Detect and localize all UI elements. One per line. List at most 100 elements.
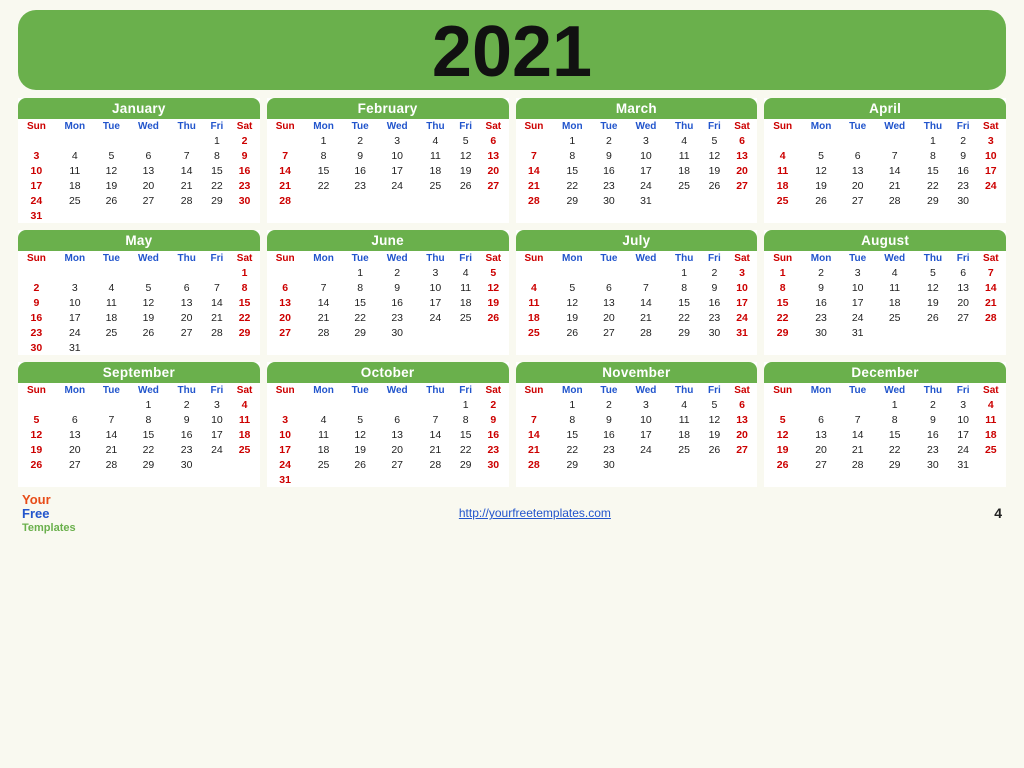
day-cell (377, 472, 418, 487)
day-cell (377, 340, 418, 343)
day-cell: 20 (841, 178, 874, 193)
day-cell: 18 (516, 310, 553, 325)
week-row: 28 (267, 193, 509, 208)
day-cell: 12 (344, 427, 377, 442)
day-cell (304, 397, 344, 412)
day-cell: 24 (727, 310, 757, 325)
day-header-sun: Sun (764, 119, 801, 133)
month-header-june: June (267, 230, 509, 251)
day-cell (377, 208, 418, 211)
day-cell (128, 208, 169, 223)
day-cell (304, 472, 344, 487)
day-cell: 6 (128, 148, 169, 163)
day-cell: 29 (552, 457, 592, 472)
day-header-sat: Sat (727, 119, 757, 133)
day-cell (95, 397, 128, 412)
day-cell: 17 (626, 163, 667, 178)
day-cell: 9 (951, 148, 976, 163)
week-row: 282930 (516, 457, 758, 472)
day-cell: 16 (592, 163, 625, 178)
day-cell: 6 (478, 133, 508, 148)
week-row (764, 208, 1006, 211)
day-cell: 6 (169, 280, 205, 295)
day-cell: 11 (304, 427, 344, 442)
day-cell: 12 (702, 148, 727, 163)
day-header-sun: Sun (267, 383, 304, 397)
day-cell (205, 472, 230, 475)
day-cell: 11 (764, 163, 801, 178)
footer-link[interactable]: http://yourfreetemplates.com (459, 506, 611, 520)
day-cell (841, 340, 874, 343)
day-header-thu: Thu (418, 119, 454, 133)
day-cell: 27 (592, 325, 625, 340)
day-cell: 21 (516, 442, 553, 457)
week-row: 23242526272829 (18, 325, 260, 340)
day-cell: 18 (453, 295, 478, 310)
day-cell: 29 (453, 457, 478, 472)
day-cell (55, 472, 95, 475)
day-header-fri: Fri (205, 383, 230, 397)
day-cell: 17 (418, 295, 454, 310)
day-cell (801, 340, 841, 343)
week-row: 12345 (267, 265, 509, 280)
month-table-september: SunMonTueWedThuFriSat1234567891011121314… (18, 383, 260, 475)
day-cell (169, 208, 205, 223)
year-banner: 2021 (18, 10, 1006, 90)
day-cell (55, 265, 95, 280)
day-cell (951, 325, 976, 340)
day-cell: 10 (18, 163, 55, 178)
day-cell: 19 (702, 427, 727, 442)
week-row: 3456789 (267, 412, 509, 427)
day-cell: 2 (377, 265, 418, 280)
day-header-thu: Thu (915, 251, 951, 265)
day-cell: 5 (95, 148, 128, 163)
month-table-july: SunMonTueWedThuFriSat1234567891011121314… (516, 251, 758, 343)
day-cell: 22 (666, 310, 702, 325)
day-cell: 29 (915, 193, 951, 208)
day-cell: 14 (418, 427, 454, 442)
day-cell (478, 340, 508, 343)
day-cell: 2 (229, 133, 259, 148)
week-row (18, 472, 260, 475)
day-cell: 19 (702, 163, 727, 178)
logo: Your Free Templates (22, 493, 76, 534)
day-cell: 10 (727, 280, 757, 295)
day-cell: 7 (418, 412, 454, 427)
day-header-mon: Mon (304, 119, 344, 133)
day-cell: 15 (915, 163, 951, 178)
day-header-tue: Tue (841, 251, 874, 265)
day-cell: 1 (552, 133, 592, 148)
calendar-grid: JanuarySunMonTueWedThuFriSat123456789101… (18, 98, 1006, 487)
day-cell (666, 208, 702, 211)
day-cell: 25 (516, 325, 553, 340)
week-row: 1 (18, 265, 260, 280)
day-cell: 5 (128, 280, 169, 295)
day-cell: 14 (841, 427, 874, 442)
day-cell: 21 (841, 442, 874, 457)
day-cell: 5 (801, 148, 841, 163)
day-cell: 30 (592, 457, 625, 472)
month-header-november: November (516, 362, 758, 383)
day-cell (702, 193, 727, 208)
week-row: 31 (18, 208, 260, 223)
day-cell: 23 (169, 442, 205, 457)
week-row: 14151617181920 (516, 427, 758, 442)
day-cell (874, 472, 915, 475)
day-header-mon: Mon (55, 119, 95, 133)
day-cell: 18 (666, 163, 702, 178)
day-cell: 21 (626, 310, 667, 325)
day-cell: 27 (727, 442, 757, 457)
day-cell: 9 (18, 295, 55, 310)
day-header-mon: Mon (801, 119, 841, 133)
day-cell (801, 397, 841, 412)
day-cell: 29 (205, 193, 230, 208)
day-cell (267, 397, 304, 412)
day-cell: 13 (128, 163, 169, 178)
logo-templates: Templates (22, 522, 76, 534)
week-row: 28293031 (516, 193, 758, 208)
day-cell (626, 457, 667, 472)
day-cell: 1 (915, 133, 951, 148)
day-header-mon: Mon (801, 383, 841, 397)
day-cell: 4 (453, 265, 478, 280)
day-cell: 5 (702, 133, 727, 148)
